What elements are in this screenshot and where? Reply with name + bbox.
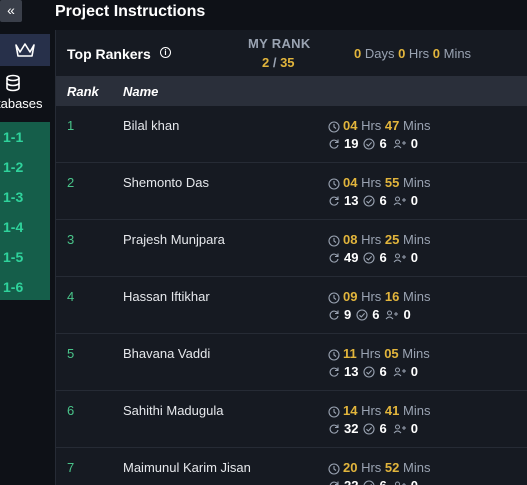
column-header-name: Name — [123, 84, 159, 99]
database-icon — [6, 74, 20, 92]
rank-cell: 7 — [67, 460, 75, 475]
rank-cell: 3 — [67, 232, 75, 247]
clock-icon — [328, 178, 340, 190]
table-header: Rank Name — [56, 76, 527, 106]
check-circle-icon — [356, 308, 368, 321]
name-cell: Shemonto Das — [123, 175, 209, 190]
clock-icon — [328, 406, 340, 418]
hint-icon — [393, 253, 406, 262]
name-cell: Sahithi Madugula — [123, 403, 224, 418]
sidebar-item-1-3[interactable]: 1-3 — [3, 189, 23, 205]
hint-icon — [386, 310, 399, 319]
rankers-table: 1 Bilal khan 04 Hrs 47 Mins 19 6 0 2 Shemonto D… — [56, 106, 527, 485]
databases-nav-button[interactable]: tabases — [0, 70, 50, 120]
table-row[interactable]: 7 Maimunul Karim Jisan 20 Hrs 52 Mins 2260 — [56, 448, 527, 485]
retry-icon — [329, 481, 339, 485]
name-cell: Maimunul Karim Jisan — [123, 460, 251, 475]
sidebar-item-1-5[interactable]: 1-5 — [3, 249, 23, 265]
check-circle-icon — [363, 365, 376, 378]
panel-title: Top Rankers — [67, 46, 151, 62]
hint-icon — [393, 196, 406, 205]
hint-icon — [393, 424, 406, 433]
retry-icon — [329, 196, 339, 206]
time-taken: 04 Hrs 47 Mins — [328, 118, 430, 133]
rank-cell: 1 — [67, 118, 75, 133]
leaderboard-nav-button[interactable] — [0, 34, 50, 66]
attempt-stats: 960 — [328, 307, 411, 322]
check-circle-icon — [363, 422, 376, 435]
time-remaining: 0 Days 0 Hrs 0 Mins — [354, 46, 472, 61]
crown-icon — [15, 43, 35, 57]
check-circle-icon — [363, 479, 375, 485]
page-title: Project Instructions — [55, 3, 206, 20]
my-rank-label: MY RANK — [248, 36, 311, 51]
top-rankers-panel: Top Rankers i MY RANK 2 / 35 0 Days 0 Hr… — [55, 30, 527, 485]
rank-cell: 5 — [67, 346, 75, 361]
table-row[interactable]: 3 Prajesh Munjpara 08 Hrs 25 Mins 49 6 0 — [56, 220, 527, 277]
name-cell: Hassan Iftikhar — [123, 289, 210, 304]
sidebar-item-1-6[interactable]: 1-6 — [3, 279, 23, 295]
time-taken: 08 Hrs 25 Mins — [328, 232, 430, 247]
time-taken: 04 Hrs 55 Mins — [328, 175, 430, 190]
attempt-stats: 13 6 0 — [328, 364, 418, 379]
rank-cell: 4 — [67, 289, 75, 304]
table-row[interactable]: 1 Bilal khan 04 Hrs 47 Mins 19 6 0 — [56, 106, 527, 163]
hint-icon — [394, 481, 406, 485]
question-list: 1-1 1-2 1-3 1-4 1-5 1-6 — [0, 122, 50, 300]
retry-icon — [329, 139, 339, 149]
table-row[interactable]: 5 Bhavana Vaddi 11 Hrs 05 Mins 13 6 0 — [56, 334, 527, 391]
sidebar-item-1-2[interactable]: 1-2 — [3, 159, 23, 175]
retry-icon — [329, 310, 339, 320]
column-header-rank: Rank — [67, 84, 99, 99]
attempt-stats: 32 6 0 — [328, 421, 418, 436]
my-rank-value: 2 / 35 — [262, 55, 295, 70]
retry-icon — [329, 367, 339, 377]
sidebar-item-1-1[interactable]: 1-1 — [3, 129, 23, 145]
attempt-stats: 49 6 0 — [328, 250, 418, 265]
attempt-stats: 2260 — [328, 478, 418, 485]
name-cell: Bilal khan — [123, 118, 180, 133]
top-bar: « Project Instructions — [0, 0, 527, 30]
info-icon[interactable]: i — [160, 47, 171, 58]
collapse-sidebar-button[interactable]: « — [0, 0, 22, 22]
hint-icon — [393, 367, 406, 376]
name-cell: Prajesh Munjpara — [123, 232, 225, 247]
clock-icon — [328, 349, 340, 361]
clock-icon — [328, 121, 340, 133]
check-circle-icon — [363, 251, 376, 264]
table-row[interactable]: 2 Shemonto Das 04 Hrs 55 Mins 13 6 0 — [56, 163, 527, 220]
retry-icon — [329, 253, 339, 263]
time-taken: 11 Hrs 05 Mins — [328, 346, 430, 361]
rank-cell: 6 — [67, 403, 75, 418]
table-row[interactable]: 6 Sahithi Madugula 14 Hrs 41 Mins 32 6 0 — [56, 391, 527, 448]
table-row[interactable]: 4 Hassan Iftikhar 09 Hrs 16 Mins 9 6 0 — [56, 277, 527, 334]
hint-icon — [393, 139, 406, 148]
time-taken: 20 Hrs 52 Mins — [328, 460, 430, 475]
sidebar-item-1-4[interactable]: 1-4 — [3, 219, 23, 235]
time-taken: 09 Hrs 16 Mins — [328, 289, 430, 304]
databases-label: tabases — [0, 96, 43, 111]
attempt-stats: 13 6 0 — [328, 193, 418, 208]
time-taken: 14 Hrs 41 Mins — [328, 403, 430, 418]
check-circle-icon — [363, 194, 376, 207]
left-sidebar: tabases 1-1 1-2 1-3 1-4 1-5 1-6 — [0, 30, 50, 485]
name-cell: Bhavana Vaddi — [123, 346, 211, 361]
clock-icon — [328, 292, 340, 304]
rank-cell: 2 — [67, 175, 75, 190]
retry-icon — [329, 424, 339, 434]
panel-header: Top Rankers i MY RANK 2 / 35 0 Days 0 Hr… — [56, 30, 527, 76]
check-circle-icon — [363, 137, 376, 150]
attempt-stats: 19 6 0 — [328, 136, 418, 151]
clock-icon — [328, 235, 340, 247]
clock-icon — [328, 463, 340, 475]
